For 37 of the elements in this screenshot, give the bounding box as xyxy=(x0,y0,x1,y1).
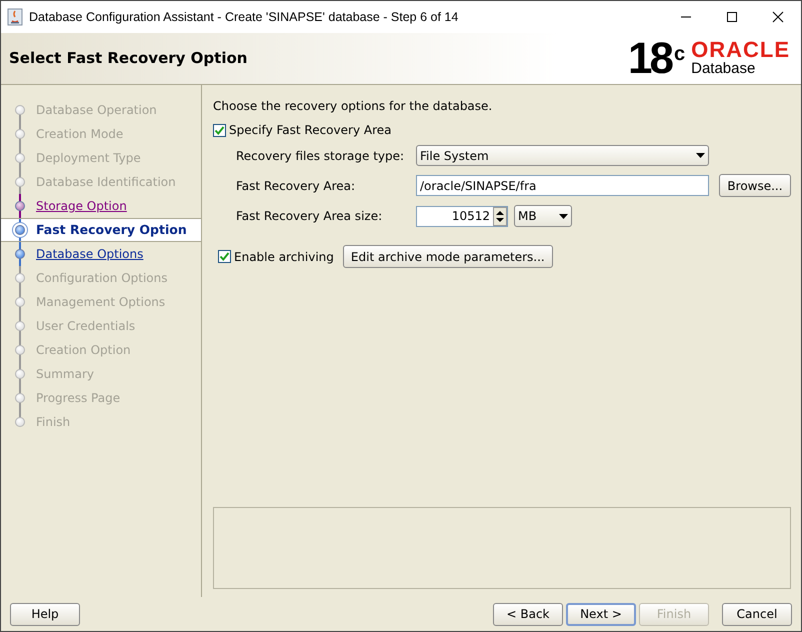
unit-dropdown[interactable]: MB xyxy=(514,205,572,227)
instruction-text: Choose the recovery options for the database. xyxy=(213,98,494,115)
step-label: Summary xyxy=(36,366,94,383)
storage-type-dropdown[interactable]: File System xyxy=(416,145,709,166)
step-label: Database Identification xyxy=(36,174,176,191)
step-label: Management Options xyxy=(36,294,166,311)
step-label[interactable]: Database Options xyxy=(36,245,144,263)
checkbox[interactable] xyxy=(213,124,226,136)
step-label: User Credentials xyxy=(36,318,136,335)
archive-parameters-button[interactable]: Edit archive mode parameters... xyxy=(342,245,553,268)
dialog-button[interactable]: < Back xyxy=(493,602,563,626)
field-label: Fast Recovery Area size: xyxy=(236,208,384,225)
dialog-button[interactable]: Cancel xyxy=(722,602,792,626)
caret-icon xyxy=(559,214,568,218)
window-title: Database Configuration Assistant - Create 'SINAPSE' database - Step 6 of 14 xyxy=(29,8,460,26)
browse-button[interactable]: Browse... xyxy=(719,174,791,197)
field-label: Fast Recovery Area: xyxy=(236,178,356,194)
step-label: Deployment Type xyxy=(36,150,141,167)
checkbox-label[interactable]: Specify Fast Recovery Area xyxy=(229,121,392,139)
step-label: Progress Page xyxy=(36,390,120,407)
caret-icon xyxy=(696,153,705,158)
step-label: Finish xyxy=(36,414,70,431)
spinner-arrows-icon xyxy=(493,206,507,226)
dialog-button[interactable]: Next > xyxy=(566,602,636,626)
step-label[interactable]: Storage Option xyxy=(36,197,127,215)
step-label: Configuration Options xyxy=(36,270,168,287)
location-field[interactable]: /oracle/SINAPSE/fra xyxy=(416,175,709,196)
size-spinner[interactable]: 10512 xyxy=(416,206,508,226)
step-label: Database Operation xyxy=(36,102,157,119)
page-title: Select Fast Recovery Option xyxy=(9,48,248,70)
checkbox-label[interactable]: Enable archiving xyxy=(234,248,334,266)
step-label: Creation Option xyxy=(36,342,131,359)
step-label: Creation Mode xyxy=(36,126,124,143)
checkbox[interactable] xyxy=(218,250,231,263)
help-button[interactable]: Help xyxy=(10,602,80,626)
app-icon xyxy=(7,8,23,26)
field-label: Recovery files storage type: xyxy=(236,148,406,164)
